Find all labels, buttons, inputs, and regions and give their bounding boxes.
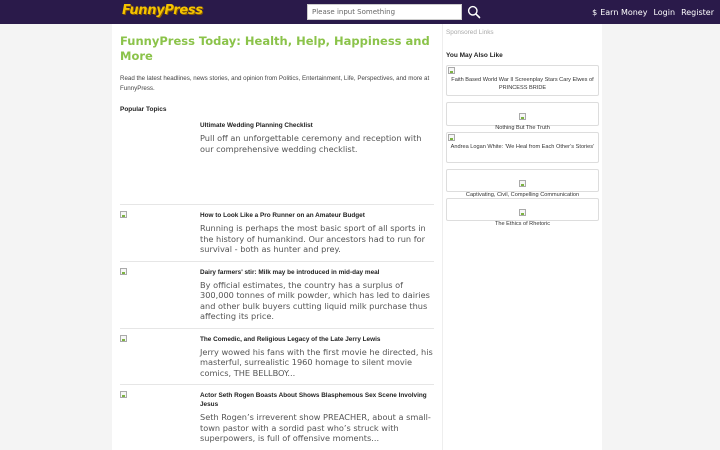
article-description: By official estimates, the country has a…: [200, 279, 430, 322]
broken-image-icon: [120, 334, 127, 342]
you-may-also-like-heading: You May Also Like: [446, 52, 503, 59]
broken-image-icon: [120, 211, 127, 218]
related-card-title[interactable]: Andrea Logan White: ‘We Heal from Each O…: [449, 143, 596, 151]
search-input[interactable]: [307, 4, 462, 20]
site-logo[interactable]: FunnyPress: [122, 3, 203, 18]
article-item[interactable]: Actor Seth Rogen Boasts About Shows Blas…: [120, 391, 434, 450]
related-card-title[interactable]: Faith Based World War II Screenplay Star…: [449, 76, 596, 92]
article-description: Running is perhaps the most basic sport …: [200, 223, 426, 254]
broken-image-icon: [519, 113, 526, 120]
popular-topics-heading: Popular Topics: [120, 106, 167, 113]
broken-image-icon: [120, 267, 127, 275]
article-item[interactable]: How to Look Like a Pro Runner on an Amat…: [120, 211, 434, 262]
related-card[interactable]: The Ethics of Rhetoric: [446, 198, 599, 227]
article-description: Jerry wowed his fans with the first movi…: [200, 346, 433, 378]
article-thumbnail[interactable]: [120, 391, 196, 444]
broken-image-icon: [519, 180, 526, 187]
intro-text: Read the latest headlines, news stories,…: [120, 75, 430, 92]
broken-image-icon: [519, 209, 526, 216]
broken-image-icon: [448, 134, 455, 141]
article-thumbnail[interactable]: [120, 121, 196, 198]
user-nav: $ Earn Money Login Register: [592, 0, 720, 24]
article-title[interactable]: The Comedic, and Religious Legacy of the…: [200, 335, 434, 344]
article-description: Seth Rogen’s irreverent show PREACHER, a…: [200, 412, 431, 443]
article-description: Pull off an unforgettable ceremony and r…: [200, 133, 422, 154]
article-thumbnail[interactable]: [120, 267, 196, 322]
article-title[interactable]: How to Look Like a Pro Runner on an Amat…: [200, 211, 434, 220]
main-content: FunnyPress Today: Health, Help, Happines…: [112, 24, 442, 450]
article-thumbnail[interactable]: [120, 334, 196, 378]
related-card[interactable]: Captivating, Civil, Compelling Communica…: [446, 169, 599, 198]
broken-image-icon: [448, 67, 455, 74]
earn-money-label: Earn Money: [600, 7, 648, 17]
related-card-title[interactable]: The Ethics of Rhetoric: [449, 220, 596, 228]
sponsored-links-label: Sponsored Links: [446, 29, 494, 36]
login-link[interactable]: Login: [653, 8, 675, 17]
page-headline: FunnyPress Today: Health, Help, Happines…: [120, 34, 430, 63]
earn-money-link[interactable]: $ Earn Money: [592, 8, 647, 17]
article-title[interactable]: Dairy farmers' stir: Milk may be introdu…: [200, 268, 434, 277]
broken-image-icon: [120, 391, 127, 398]
dollar-icon: $: [592, 7, 598, 17]
sidebar: Sponsored Links You May Also Like Faith …: [442, 24, 602, 450]
article-item[interactable]: Dairy farmers' stir: Milk may be introdu…: [120, 267, 434, 329]
article-item[interactable]: Ultimate Wedding Planning Checklist Pull…: [120, 121, 434, 205]
top-navigation-bar: FunnyPress $Earn Money Login Register: [0, 0, 720, 24]
related-card[interactable]: Faith Based World War II Screenplay Star…: [446, 65, 599, 96]
search-icon[interactable]: [467, 5, 481, 19]
article-title[interactable]: Actor Seth Rogen Boasts About Shows Blas…: [200, 391, 434, 409]
related-card[interactable]: Nothing But The Truth: [446, 102, 599, 131]
article-item[interactable]: The Comedic, and Religious Legacy of the…: [120, 334, 434, 385]
article-thumbnail[interactable]: [120, 211, 196, 255]
article-title[interactable]: Ultimate Wedding Planning Checklist: [200, 121, 434, 130]
register-link[interactable]: Register: [681, 8, 714, 17]
related-card-title[interactable]: Nothing But The Truth: [449, 124, 596, 132]
related-card[interactable]: Andrea Logan White: ‘We Heal from Each O…: [446, 132, 599, 163]
